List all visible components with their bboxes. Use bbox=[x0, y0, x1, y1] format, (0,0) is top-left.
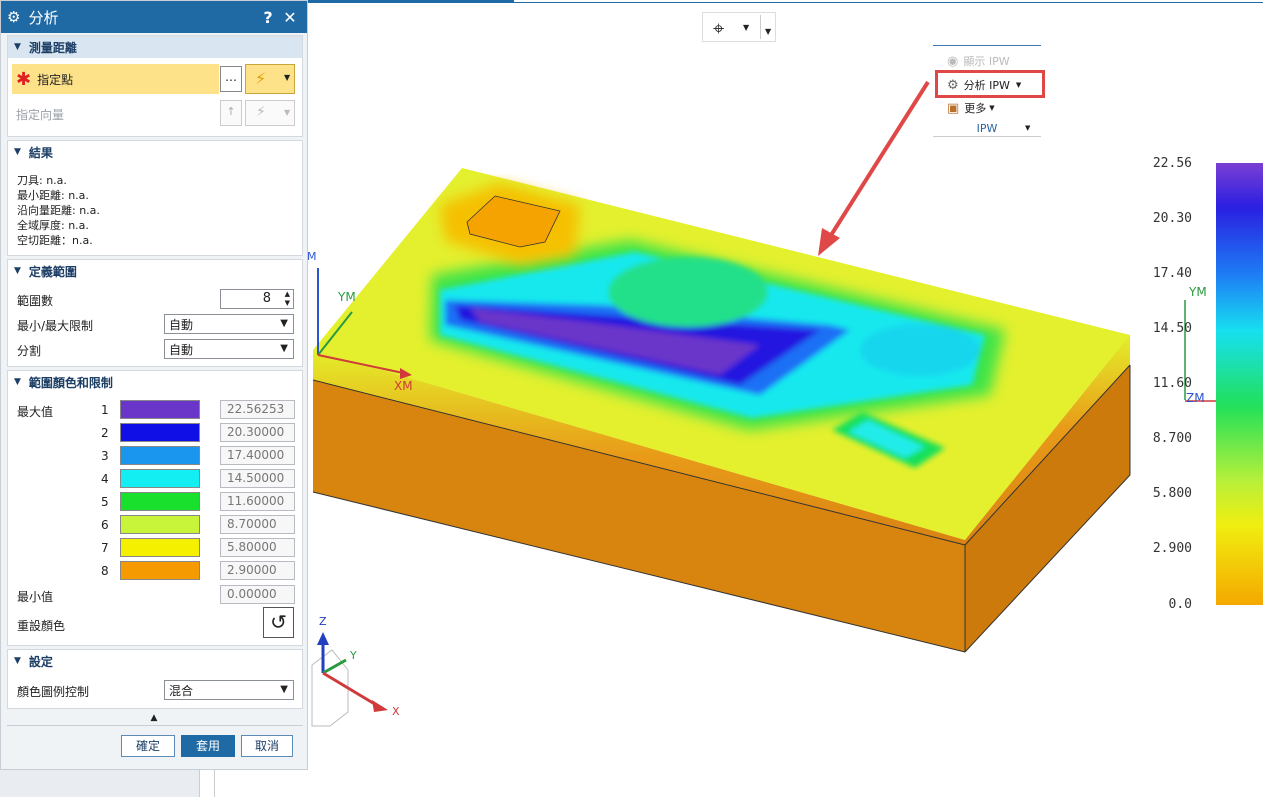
triad-x-arrowhead bbox=[372, 700, 388, 712]
triad-x-label: X bbox=[392, 705, 400, 718]
legend-label: 22.56 bbox=[1152, 156, 1192, 171]
annotation-arrow bbox=[826, 80, 930, 242]
legend-label: 11.60 bbox=[1152, 376, 1192, 391]
annotation-arrowhead bbox=[818, 228, 840, 256]
legend-label: 17.40 bbox=[1152, 266, 1192, 281]
ym-axis-label-right: YM bbox=[1189, 285, 1207, 299]
m-axis-label: M bbox=[307, 250, 317, 263]
legend-label: 20.30 bbox=[1152, 211, 1192, 226]
triad-z-label: Z bbox=[319, 615, 327, 628]
zm-axis-label: ZM bbox=[1186, 391, 1205, 405]
legend-label: 5.800 bbox=[1152, 486, 1192, 501]
xm-axis-label: XM bbox=[394, 379, 413, 393]
triad-y-label: Y bbox=[350, 649, 357, 662]
ym-axis-label: YM bbox=[338, 290, 356, 304]
legend-label: 2.900 bbox=[1152, 541, 1192, 556]
triad-z-arrowhead bbox=[317, 632, 329, 645]
color-legend-bar bbox=[1216, 163, 1263, 605]
legend-label: 0.0 bbox=[1168, 597, 1192, 612]
legend-label: 14.50 bbox=[1152, 321, 1192, 336]
model-viewport[interactable] bbox=[0, 0, 1263, 797]
legend-label: 8.700 bbox=[1152, 431, 1192, 446]
